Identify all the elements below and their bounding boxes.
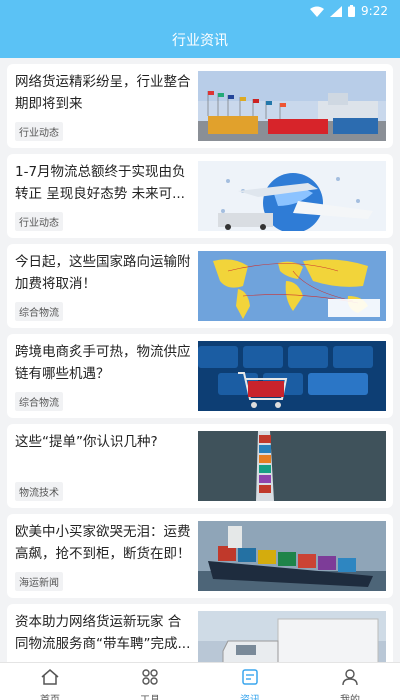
article-tag: 综合物流 [15,392,63,411]
status-bar: 9:22 [0,0,400,22]
header: 行业资讯 [0,22,400,58]
article-tag: 行业动态 [15,212,63,231]
article-tag: 综合物流 [15,302,63,321]
tab-tools[interactable]: 工具 [100,663,200,700]
article-thumbnail [198,71,386,141]
news-icon [242,669,258,689]
bottom-tab-bar: 首页 工具 资讯 我的 [0,662,400,700]
page-title: 行业资讯 [172,33,228,49]
article-card[interactable]: 欧美中小买家欲哭无泪：运费高飙，抢不到柜，断货在即！ 海运新闻 [7,514,393,598]
article-title: 1-7月物流总额终于实现由负转正 呈现良好态势 未来可... [15,164,186,202]
article-title: 欧美中小买家欲哭无泪：运费高飙，抢不到柜，断货在即！ [15,524,191,562]
grid-icon [141,669,159,689]
article-thumbnail [198,611,386,662]
signal-icon [330,5,343,17]
tab-news[interactable]: 资讯 [200,663,300,700]
tab-label: 资讯 [240,691,260,700]
article-card[interactable]: 网络货运精彩纷呈，行业整合期即将到来 行业动态 [7,64,393,148]
article-card[interactable]: 1-7月物流总额终于实现由负转正 呈现良好态势 未来可... 行业动态 [7,154,393,238]
wifi-icon [310,6,325,17]
tab-label: 工具 [140,691,160,700]
article-title: 今日起，这些国家路向运输附加费将取消！ [15,254,191,292]
article-card[interactable]: 资本助力网络货运新玩家 合同物流服务商“带车聘”完成... [7,604,393,662]
article-title: 跨境电商炙手可热，物流供应链有哪些机遇？ [15,344,191,382]
article-title: 这些“提单”你认识几种? [15,434,158,450]
article-thumbnail [198,521,386,591]
article-title: 资本助力网络货运新玩家 合同物流服务商“带车聘”完成... [15,614,191,652]
article-thumbnail [198,251,386,321]
article-tag: 物流技术 [15,482,63,501]
tab-label: 首页 [40,691,60,700]
status-time: 9:22 [361,4,388,18]
article-card[interactable]: 今日起，这些国家路向运输附加费将取消！ 综合物流 [7,244,393,328]
tab-profile[interactable]: 我的 [300,663,400,700]
article-title: 网络货运精彩纷呈，行业整合期即将到来 [15,74,191,112]
tab-home[interactable]: 首页 [0,663,100,700]
article-list[interactable]: 网络货运精彩纷呈，行业整合期即将到来 行业动态 1-7月物流总额终于实现由负转正… [0,58,400,662]
article-card[interactable]: 这些“提单”你认识几种? 物流技术 [7,424,393,508]
article-tag: 海运新闻 [15,572,63,591]
user-icon [342,669,358,689]
article-tag: 行业动态 [15,122,63,141]
tab-label: 我的 [340,691,360,700]
article-thumbnail [198,431,386,501]
article-thumbnail [198,341,386,411]
article-card[interactable]: 跨境电商炙手可热，物流供应链有哪些机遇？ 综合物流 [7,334,393,418]
battery-icon [348,5,356,17]
article-thumbnail [198,161,386,231]
home-icon [41,669,59,689]
